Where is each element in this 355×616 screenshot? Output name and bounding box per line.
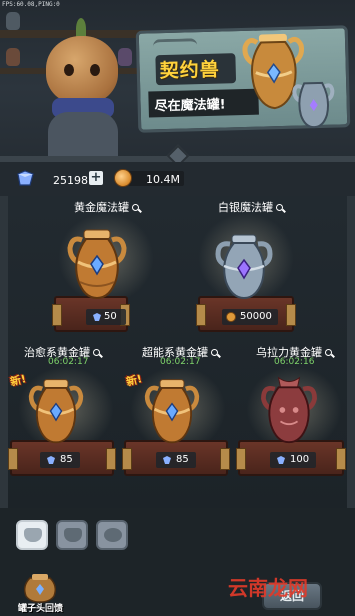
golden-jar-icon[interactable] — [26, 376, 86, 446]
promo-banner[interactable]: 契约兽 尽在魔法罐! — [135, 25, 351, 133]
golden-jar-icon[interactable] — [66, 226, 128, 302]
jar-price: 100 — [290, 454, 310, 465]
banner-subtitle: 尽在魔法罐! — [154, 97, 226, 115]
coin-icon — [226, 312, 236, 322]
coin-icon — [114, 169, 132, 187]
decor-jar-icon — [6, 12, 20, 30]
search-icon[interactable] — [276, 204, 283, 211]
red-jar-icon[interactable] — [258, 374, 320, 446]
gem-icon — [93, 313, 101, 321]
silver-urn-icon — [292, 81, 335, 129]
header-scene: FPS:60.08,PING:0 契约兽 尽在魔法罐! — [0, 0, 355, 160]
jar-price: 50000 — [240, 311, 272, 322]
gem-icon — [17, 170, 34, 186]
gem-count: 25198 — [53, 174, 88, 187]
jar-price: 85 — [60, 454, 73, 465]
mascot-character — [38, 12, 128, 160]
gem-icon — [163, 456, 171, 464]
coin-count: 10.4M — [146, 173, 180, 186]
silver-jar-icon[interactable] — [212, 232, 276, 302]
search-icon[interactable] — [211, 349, 218, 356]
gem-icon — [277, 456, 285, 464]
search-icon[interactable] — [132, 204, 139, 211]
gem-icon — [47, 456, 55, 464]
jar-price: 85 — [176, 454, 189, 465]
reward-jar-icon[interactable] — [18, 572, 62, 604]
pillar — [347, 196, 355, 508]
pillar — [0, 196, 8, 508]
tab-jars[interactable] — [16, 520, 48, 550]
jar-price: 50 — [104, 311, 117, 322]
creature-icon — [64, 528, 82, 542]
tab-creatures[interactable] — [56, 520, 88, 550]
search-icon[interactable] — [93, 349, 100, 356]
add-gems-button[interactable]: + — [89, 171, 103, 185]
tab-emblem[interactable] — [96, 520, 128, 550]
fps-readout: FPS:60.08,PING:0 — [2, 1, 60, 8]
decor-jar-icon — [6, 48, 20, 66]
golden-jar-icon[interactable] — [142, 376, 202, 446]
search-icon[interactable] — [325, 349, 332, 356]
reward-label: 罐子头回馈 — [18, 604, 64, 614]
jar-icon — [24, 528, 42, 542]
emblem-icon — [104, 528, 122, 542]
banner-title: 契约兽 — [159, 58, 221, 83]
watermark: 云南龙网 — [228, 576, 308, 600]
